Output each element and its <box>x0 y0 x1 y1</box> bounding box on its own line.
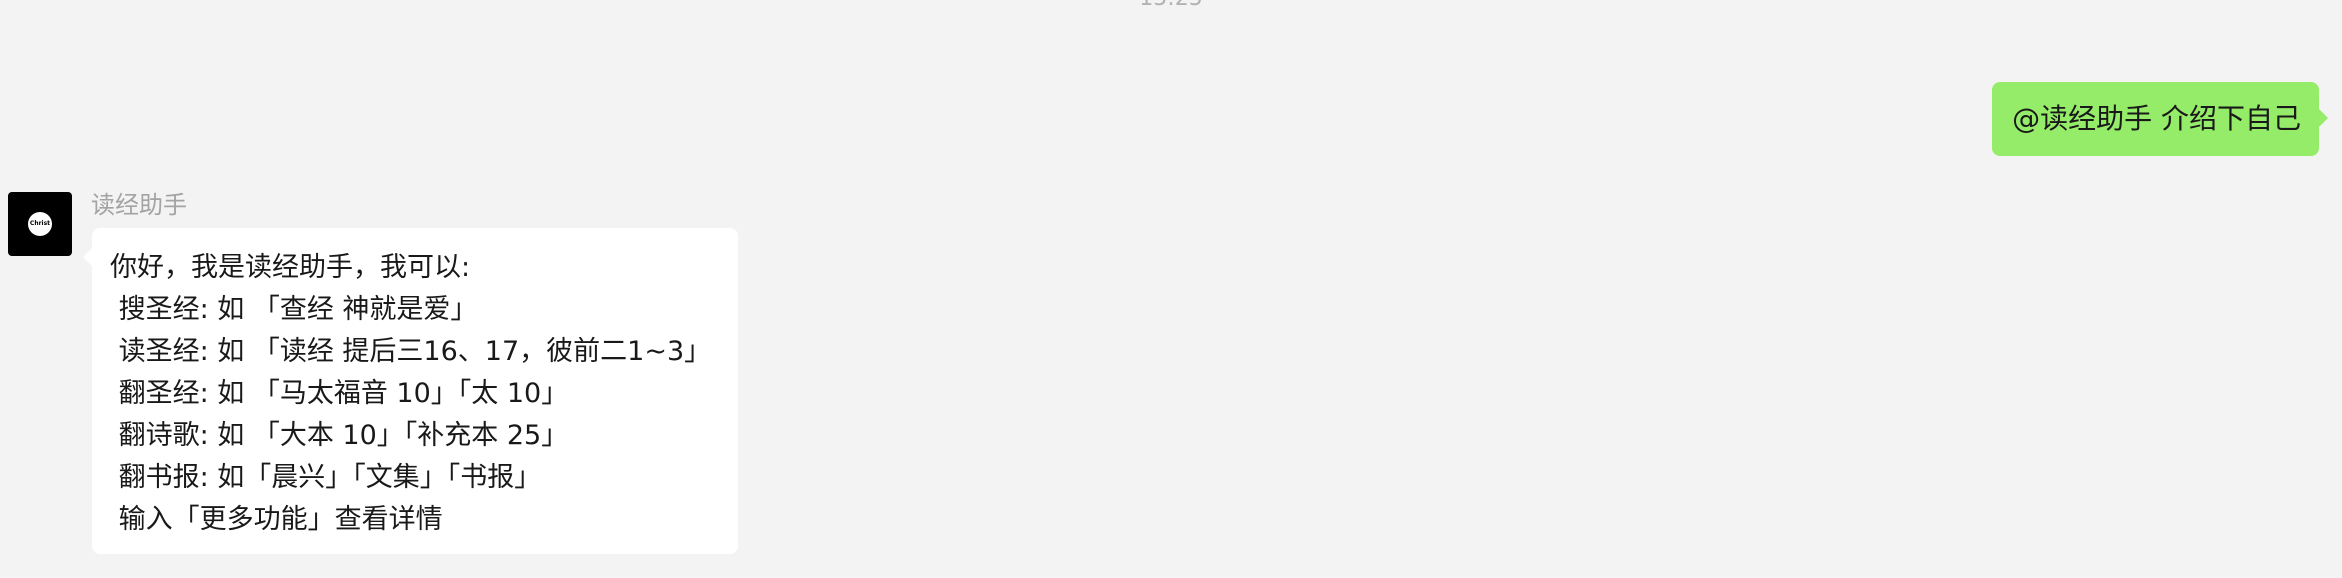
message-line-search-bible: 搜圣经: 如 「查经 神就是爱」 <box>110 294 478 325</box>
avatar-logo-text: Christ <box>29 220 51 227</box>
message-line-read-bible: 读圣经: 如 「读经 提后三16、17，彼前二1~3」 <box>110 336 712 367</box>
message-line-browse-bible: 翻圣经: 如 「马太福音 10」「太 10」 <box>110 378 569 409</box>
message-line-greeting: 你好，我是读经助手，我可以: <box>110 252 471 283</box>
incoming-message-bubble[interactable]: 你好，我是读经助手，我可以: 搜圣经: 如 「查经 神就是爱」 读圣经: 如 「… <box>83 228 738 554</box>
sender-name: 读经助手 <box>91 191 187 219</box>
message-line-browse-publications: 翻书报: 如「晨兴」「文集」「书报」 <box>110 462 542 493</box>
outgoing-message-bubble[interactable]: @读经助手 介绍下自己 <box>1992 82 2328 156</box>
message-line-browse-hymns: 翻诗歌: 如 「大本 10」「补充本 25」 <box>110 420 569 451</box>
avatar-logo-icon: Christ <box>28 212 52 236</box>
message-line-more-features: 输入「更多功能」查看详情 <box>110 504 443 535</box>
message-timestamp: 15:25 <box>0 0 2342 12</box>
bot-avatar[interactable]: Christ <box>8 192 72 256</box>
outgoing-message-text: @读经助手 介绍下自己 <box>2012 102 2301 135</box>
